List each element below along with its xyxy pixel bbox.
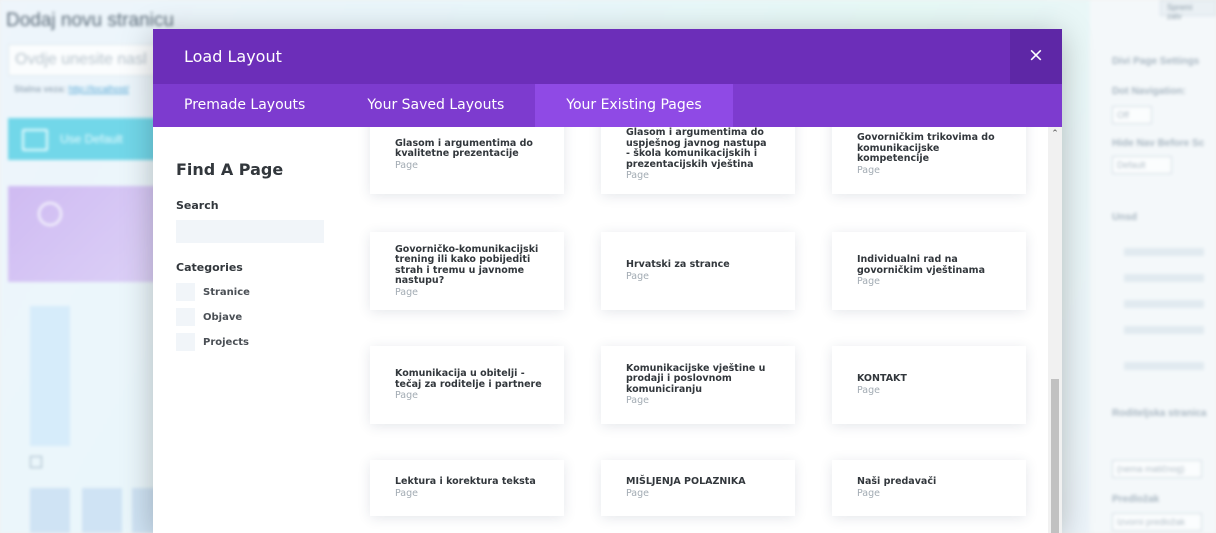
page-card-title: Govorničko-komunikacijski trening ili ka… — [395, 243, 539, 286]
page-card[interactable]: Hrvatski za strance Page — [601, 232, 795, 310]
scrollbar-thumb[interactable] — [1051, 379, 1059, 533]
builder-column — [30, 306, 70, 446]
dot-nav-label: Dot Navigation: — [1112, 86, 1186, 97]
divi-builder-button[interactable]: Use Default — [8, 118, 158, 160]
page-card-type: Page — [857, 276, 880, 287]
category-label: Stranice — [203, 286, 250, 298]
scrollbar[interactable]: ⌃ — [1048, 127, 1062, 533]
modal-tabs: Premade Layouts Your Saved Layouts Your … — [153, 84, 1062, 127]
sidebar-line — [1124, 248, 1204, 256]
category-label: Objave — [203, 311, 243, 323]
sidebar-line — [1124, 326, 1204, 334]
page-card-type: Page — [857, 384, 880, 396]
dot-nav-select[interactable]: Off — [1112, 106, 1152, 124]
page-card-type: Page — [395, 390, 418, 401]
page-card-type: Page — [626, 487, 649, 499]
page-card[interactable]: Komunikacija u obitelji - tečaj za rodit… — [370, 346, 564, 424]
page-heading: Dodaj novu stranicu — [6, 10, 174, 31]
tab-saved-layouts[interactable]: Your Saved Layouts — [336, 84, 535, 127]
page-card-title: KONTAKT — [857, 373, 907, 385]
page-card-title: Komunikacijske vještine u prodaji i posl… — [626, 362, 766, 395]
permalink-url[interactable]: http://localhost/ — [69, 84, 130, 94]
builder-section-block — [8, 186, 158, 282]
page-card-title: Govorničkim trikovima do komunikacijske … — [857, 132, 995, 165]
page-card[interactable]: Komunikacijske vještine u prodaji i posl… — [601, 346, 795, 424]
page-card-type: Page — [395, 286, 418, 298]
tab-premade-layouts[interactable]: Premade Layouts — [153, 84, 336, 127]
template-label: Predložak — [1112, 494, 1160, 505]
sidebar-line — [1124, 274, 1204, 282]
publish-button[interactable]: Spremi zatv — [1160, 0, 1216, 21]
attributes-label: Unsd — [1112, 212, 1137, 223]
hide-nav-label: Hide Nav Before Sc — [1112, 138, 1205, 149]
add-row-icon[interactable] — [30, 456, 42, 468]
page-card[interactable]: Lektura i korektura teksta Page — [370, 460, 564, 516]
module-tile[interactable] — [30, 488, 70, 533]
divi-settings-heading: Divi Page Settings — [1112, 56, 1200, 67]
categories-label: Categories — [176, 261, 243, 274]
page-card-title: Hrvatski za strance — [626, 259, 730, 271]
sidebar-line — [1124, 362, 1204, 370]
page-card-type: Page — [626, 395, 649, 407]
category-projects[interactable]: Projects — [176, 333, 249, 351]
tab-existing-pages[interactable]: Your Existing Pages — [535, 84, 733, 127]
search-label: Search — [176, 199, 219, 212]
sidebar-line — [1124, 300, 1204, 308]
filter-sidebar: Find A Page Search Categories Stranice O… — [153, 127, 348, 533]
page-card-type: Page — [395, 487, 418, 499]
page-card-type: Page — [626, 170, 649, 181]
page-card[interactable]: Individualni rad na govorničkim vještina… — [832, 232, 1026, 310]
page-card[interactable]: Glasom i argumentima do kvalitetne preze… — [370, 127, 564, 194]
page-card-title: Naši predavači — [857, 476, 937, 488]
hide-nav-select[interactable]: Default — [1112, 156, 1172, 174]
page-card-title: Komunikacija u obitelji - tečaj za rodit… — [395, 368, 542, 390]
page-card[interactable]: Govorničkim trikovima do komunikacijske … — [832, 127, 1026, 194]
page-card-title: Lektura i korektura teksta — [395, 476, 536, 488]
category-label: Projects — [203, 336, 250, 348]
parent-label: Roditeljska stranica — [1112, 408, 1207, 419]
category-checkbox[interactable] — [176, 283, 195, 301]
load-layout-modal: Load Layout × Premade Layouts Your Saved… — [153, 29, 1062, 533]
scroll-up-icon[interactable]: ⌃ — [1048, 129, 1062, 139]
modal-header: Load Layout × — [153, 29, 1062, 84]
modal-body: Find A Page Search Categories Stranice O… — [153, 127, 1062, 533]
modal-title: Load Layout — [184, 47, 282, 66]
page-card[interactable]: Naši predavači Page — [832, 460, 1026, 516]
page-card-type: Page — [857, 164, 880, 176]
page-grid: Glasom i argumentima do kvalitetne preze… — [348, 127, 1048, 533]
template-select[interactable]: Izvorni predložak — [1112, 513, 1202, 531]
search-input[interactable] — [176, 220, 324, 243]
page-card[interactable]: MIŠLJENJA POLAZNIKA Page — [601, 460, 795, 516]
close-icon: × — [1028, 44, 1044, 66]
category-stranice[interactable]: Stranice — [176, 283, 250, 301]
permalink: Stalna veza: http://localhost/ — [14, 84, 129, 94]
find-page-heading: Find A Page — [176, 160, 284, 179]
close-button[interactable]: × — [1010, 29, 1062, 84]
right-settings-panel — [1090, 0, 1216, 533]
page-card[interactable]: KONTAKT Page — [832, 346, 1026, 424]
module-tile[interactable] — [82, 488, 122, 533]
permalink-label: Stalna veza: — [14, 84, 67, 94]
page-card-title: Glasom i argumentima do uspješnog javnog… — [626, 127, 767, 170]
page-card-type: Page — [626, 270, 649, 282]
page-card-type: Page — [395, 159, 418, 171]
parent-select[interactable]: (nema matičnog) — [1112, 460, 1202, 478]
page-card-title: Individualni rad na govorničkim vještina… — [857, 254, 985, 276]
category-objave[interactable]: Objave — [176, 308, 242, 326]
page-card-title: Glasom i argumentima do kvalitetne preze… — [395, 137, 533, 159]
title-input[interactable]: Ovdje unesite nasl — [8, 44, 158, 76]
page-card-type: Page — [857, 487, 880, 499]
category-checkbox[interactable] — [176, 333, 195, 351]
page-card[interactable]: Govorničko-komunikacijski trening ili ka… — [370, 232, 564, 310]
page-card[interactable]: Glasom i argumentima do uspješnog javnog… — [601, 127, 795, 194]
page-card-title: MIŠLJENJA POLAZNIKA — [626, 476, 746, 488]
category-checkbox[interactable] — [176, 308, 195, 326]
